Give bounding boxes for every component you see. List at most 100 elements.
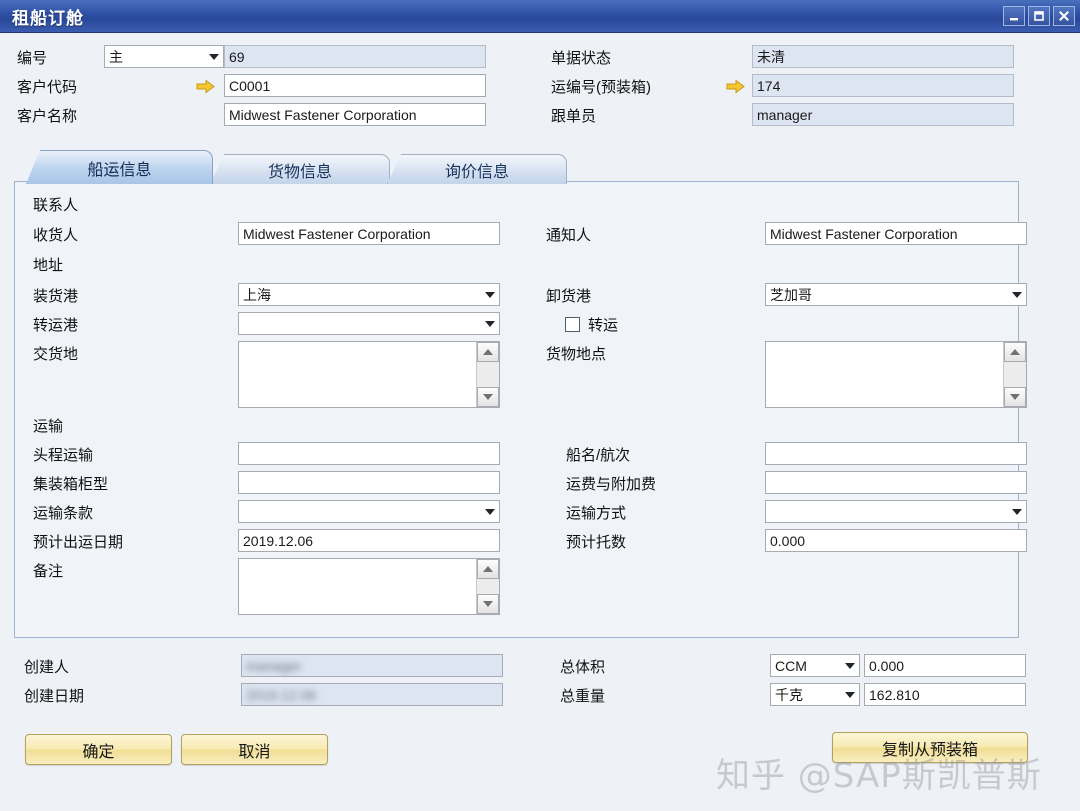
- row-etd: 预计出运日期: [33, 529, 123, 553]
- label-shipment-number: 运编号(预装箱): [551, 78, 651, 96]
- customer-name-value: Midwest Fastener Corporation: [229, 106, 417, 123]
- transport-mode-combo[interactable]: [765, 500, 1027, 523]
- notify-party-field[interactable]: Midwest Fastener Corporation: [765, 222, 1027, 245]
- footer-area: 创建人 manager 创建日期 2019.12.06 总体积 CCM 0.00…: [0, 638, 1080, 811]
- total-volume-unit-combo[interactable]: CCM: [770, 654, 860, 677]
- close-button[interactable]: [1053, 6, 1075, 26]
- created-by-field: manager: [241, 654, 503, 677]
- label-etd: 预计出运日期: [33, 533, 124, 551]
- copy-from-prepack-button[interactable]: 复制从预装箱: [832, 732, 1028, 763]
- chevron-down-icon: [485, 508, 495, 515]
- chevron-down-icon: [1012, 508, 1022, 515]
- estimated-pallets-field[interactable]: 0.000: [765, 529, 1027, 552]
- transport-terms-combo[interactable]: [238, 500, 500, 523]
- created-by-value: manager: [246, 657, 302, 674]
- discharge-port-combo[interactable]: 芝加哥: [765, 283, 1027, 306]
- delivery-place-textarea[interactable]: [238, 341, 500, 408]
- confirm-button[interactable]: 确定: [25, 734, 172, 765]
- transit-port-combo[interactable]: [238, 312, 500, 335]
- row-load-port: 装货港: [33, 283, 78, 307]
- notify-party-value: Midwest Fastener Corporation: [770, 225, 958, 242]
- total-weight-unit-value: 千克: [775, 686, 803, 703]
- etd-field[interactable]: 2019.12.06: [238, 529, 500, 552]
- load-port-value: 上海: [243, 286, 271, 303]
- row-total-volume: 总体积: [560, 654, 605, 678]
- header-row-doc-number: 编号: [17, 45, 97, 69]
- header-row-doc-status: 单据状态: [551, 45, 611, 69]
- header-row-customer-code: 客户代码: [17, 74, 97, 98]
- label-merchandiser: 跟单员: [551, 107, 597, 125]
- cancel-button-label: 取消: [238, 743, 271, 761]
- total-volume-field[interactable]: 0.000: [864, 654, 1026, 677]
- row-delivery-place: 交货地: [33, 341, 78, 365]
- label-created-date: 创建日期: [24, 687, 85, 705]
- shipment-number-value: 174: [757, 77, 781, 94]
- label-total-weight: 总重量: [560, 687, 606, 705]
- row-created-date: 创建日期: [24, 683, 84, 707]
- shipment-number-field[interactable]: 174: [752, 74, 1014, 97]
- label-discharge-port: 卸货港: [546, 287, 592, 305]
- label-notify-party: 通知人: [546, 226, 592, 244]
- label-transit-port: 转运港: [33, 316, 79, 334]
- remarks-textarea[interactable]: [238, 558, 500, 615]
- row-remarks: 备注: [33, 558, 63, 582]
- merchandiser-field[interactable]: manager: [752, 103, 1014, 126]
- tab-quotation-info-label: 询价信息: [444, 163, 509, 181]
- tab-cargo-info[interactable]: 货物信息: [210, 154, 390, 184]
- close-icon: [1059, 11, 1069, 21]
- chevron-down-icon: [485, 320, 495, 327]
- scroll-up-button[interactable]: [477, 559, 499, 579]
- doc-status-field[interactable]: 未清: [752, 45, 1014, 68]
- precarriage-field[interactable]: [238, 442, 500, 465]
- remarks-scrollbar[interactable]: [476, 559, 499, 614]
- total-volume-unit-value: CCM: [775, 657, 807, 674]
- cargo-location-textarea[interactable]: [765, 341, 1027, 408]
- tab-quotation-info[interactable]: 询价信息: [387, 154, 567, 184]
- delivery-place-scrollbar[interactable]: [476, 342, 499, 407]
- window-title: 租船订舱: [12, 8, 84, 28]
- estimated-pallets-value: 0.000: [770, 532, 806, 549]
- customer-name-field[interactable]: Midwest Fastener Corporation: [224, 103, 486, 126]
- tab-shipping-info[interactable]: 船运信息: [26, 150, 213, 184]
- cargo-location-scrollbar[interactable]: [1003, 342, 1026, 407]
- total-volume-value: 0.000: [869, 657, 905, 674]
- label-load-port: 装货港: [33, 287, 79, 305]
- doc-series-combo[interactable]: 主: [104, 45, 224, 68]
- maximize-icon: [1034, 11, 1044, 21]
- label-container-type: 集装箱柜型: [33, 475, 109, 493]
- shipment-number-link-arrow[interactable]: [726, 79, 745, 94]
- minimize-button[interactable]: [1003, 6, 1025, 26]
- customer-code-value: C0001: [229, 77, 271, 94]
- remarks-value: [239, 559, 499, 562]
- scroll-up-button[interactable]: [1004, 342, 1026, 362]
- header-row-shipment-number: 运编号(预装箱): [551, 74, 651, 98]
- link-arrow-icon: [726, 79, 745, 94]
- total-weight-unit-combo[interactable]: 千克: [770, 683, 860, 706]
- container-type-field[interactable]: [238, 471, 500, 494]
- row-transport-mode: 运输方式: [566, 500, 626, 524]
- doc-number-field[interactable]: 69: [224, 45, 486, 68]
- scroll-down-button[interactable]: [1004, 387, 1026, 407]
- scroll-down-button[interactable]: [477, 594, 499, 614]
- customer-code-link-arrow[interactable]: [196, 79, 215, 94]
- row-transship[interactable]: 转运: [565, 312, 618, 336]
- consignee-field[interactable]: Midwest Fastener Corporation: [238, 222, 500, 245]
- scroll-down-button[interactable]: [477, 387, 499, 407]
- cancel-button[interactable]: 取消: [181, 734, 328, 765]
- scroll-up-button[interactable]: [477, 342, 499, 362]
- tab-strip: 船运信息 货物信息 询价信息: [26, 150, 567, 184]
- freight-charges-field[interactable]: [765, 471, 1027, 494]
- customer-code-field[interactable]: C0001: [224, 74, 486, 97]
- merchandiser-value: manager: [757, 106, 813, 123]
- total-weight-field[interactable]: 162.810: [864, 683, 1026, 706]
- row-freight-charges: 运费与附加费: [566, 471, 656, 495]
- doc-series-value: 主: [109, 48, 123, 65]
- label-freight-charges: 运费与附加费: [566, 475, 657, 493]
- transship-checkbox[interactable]: [565, 316, 580, 332]
- maximize-button[interactable]: [1028, 6, 1050, 26]
- tab-shipping-info-label: 船运信息: [87, 161, 152, 179]
- vessel-voyage-field[interactable]: [765, 442, 1027, 465]
- doc-number-value: 69: [229, 48, 245, 65]
- load-port-combo[interactable]: 上海: [238, 283, 500, 306]
- label-doc-number: 编号: [17, 49, 48, 67]
